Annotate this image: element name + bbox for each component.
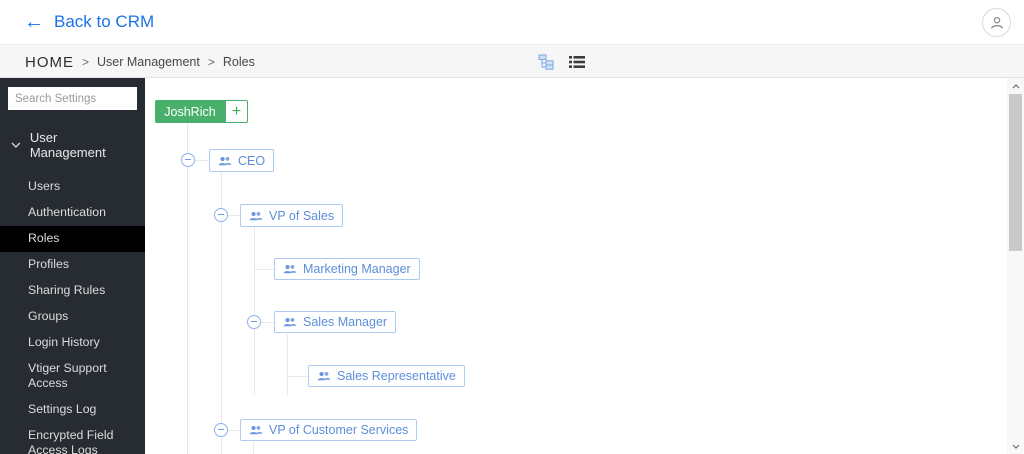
tree-connector bbox=[287, 334, 288, 395]
sidebar-item-list: Users Authentication Roles Profiles Shar… bbox=[0, 174, 145, 454]
scrollbar-thumb[interactable] bbox=[1009, 94, 1022, 251]
back-to-crm-label: Back to CRM bbox=[54, 12, 155, 31]
view-toggle-group bbox=[537, 45, 585, 79]
breadcrumb-roles: Roles bbox=[222, 55, 255, 69]
role-node-vp-of-sales[interactable]: VP of Sales bbox=[240, 204, 344, 227]
chevron-down-icon bbox=[11, 142, 21, 148]
collapse-toggle-ceo[interactable] bbox=[181, 153, 195, 167]
scroll-down-arrow-icon[interactable] bbox=[1007, 438, 1024, 454]
roles-hierarchy-panel: JoshRich + CEO VP of Sales Marketing Man… bbox=[145, 78, 1024, 454]
sidebar-item-sharing-rules[interactable]: Sharing Rules bbox=[0, 278, 145, 304]
role-node-label: Sales Manager bbox=[303, 315, 388, 329]
breadcrumb: HOME > User Management > Roles bbox=[25, 45, 255, 79]
tree-connector bbox=[253, 442, 254, 454]
sidebar-item-login-history[interactable]: Login History bbox=[0, 330, 145, 356]
group-icon bbox=[218, 156, 232, 165]
collapse-toggle-vp-of-sales[interactable] bbox=[214, 208, 228, 222]
breadcrumb-separator: > bbox=[207, 55, 215, 69]
sidebar-item-settings-log[interactable]: Settings Log bbox=[0, 397, 145, 423]
breadcrumb-separator: > bbox=[82, 55, 90, 69]
breadcrumb-home[interactable]: HOME bbox=[25, 54, 74, 71]
role-node-label: Marketing Manager bbox=[303, 262, 411, 276]
sidebar-item-encrypted-field-access-logs[interactable]: Encrypted Field Access Logs bbox=[0, 423, 145, 454]
breadcrumb-user-management[interactable]: User Management bbox=[97, 55, 200, 69]
sidebar-item-roles[interactable]: Roles bbox=[0, 226, 145, 252]
sidebar-item-profiles[interactable]: Profiles bbox=[0, 252, 145, 278]
person-icon bbox=[990, 16, 1003, 29]
org-root-label: JoshRich bbox=[155, 100, 225, 123]
tree-connector bbox=[254, 227, 255, 395]
settings-sidebar: User Management Users Authentication Rol… bbox=[0, 78, 145, 454]
content-area: User Management Users Authentication Rol… bbox=[0, 78, 1024, 454]
tree-connector bbox=[287, 376, 308, 377]
back-to-crm-link[interactable]: ← Back to CRM bbox=[24, 0, 154, 44]
role-node-ceo[interactable]: CEO bbox=[209, 149, 275, 172]
org-root-node: JoshRich + bbox=[155, 100, 248, 123]
scroll-up-arrow-icon[interactable] bbox=[1007, 78, 1024, 94]
role-node-sales-representative[interactable]: Sales Representative bbox=[308, 365, 465, 387]
tree-connector bbox=[254, 269, 274, 270]
role-node-sales-manager[interactable]: Sales Manager bbox=[274, 311, 397, 333]
tree-view-icon[interactable] bbox=[537, 54, 554, 71]
add-role-button[interactable]: + bbox=[225, 100, 248, 123]
role-node-label: CEO bbox=[238, 153, 266, 168]
back-arrow-icon: ← bbox=[24, 11, 44, 33]
collapse-toggle-sales-manager[interactable] bbox=[247, 315, 261, 329]
role-node-label: VP of Sales bbox=[269, 208, 335, 223]
group-icon bbox=[249, 425, 263, 435]
sidebar-item-vtiger-support-access[interactable]: Vtiger Support Access bbox=[0, 356, 145, 397]
list-view-icon[interactable] bbox=[568, 54, 585, 71]
collapse-toggle-vp-of-customer-services[interactable] bbox=[214, 423, 228, 437]
role-node-vp-of-customer-services[interactable]: VP of Customer Services bbox=[240, 419, 418, 441]
vertical-scrollbar[interactable] bbox=[1007, 78, 1024, 454]
user-avatar[interactable] bbox=[982, 8, 1011, 37]
group-icon bbox=[283, 317, 297, 327]
group-icon bbox=[317, 371, 331, 381]
group-icon bbox=[249, 211, 263, 220]
sidebar-item-users[interactable]: Users bbox=[0, 174, 145, 200]
top-bar: ← Back to CRM bbox=[0, 0, 1024, 44]
group-icon bbox=[283, 264, 297, 274]
role-node-label: VP of Customer Services bbox=[269, 423, 409, 437]
breadcrumb-bar: HOME > User Management > Roles bbox=[0, 44, 1024, 78]
sidebar-item-authentication[interactable]: Authentication bbox=[0, 200, 145, 226]
sidebar-item-groups[interactable]: Groups bbox=[0, 304, 145, 330]
tree-connector bbox=[187, 123, 188, 454]
crm-settings-window: ← Back to CRM HOME > User Management > R… bbox=[0, 0, 1024, 454]
search-settings-input[interactable] bbox=[8, 87, 137, 110]
sidebar-section-user-management[interactable]: User Management bbox=[0, 110, 145, 168]
role-node-label: Sales Representative bbox=[337, 369, 456, 383]
sidebar-section-label: User Management bbox=[29, 130, 106, 160]
role-node-marketing-manager[interactable]: Marketing Manager bbox=[274, 258, 420, 280]
